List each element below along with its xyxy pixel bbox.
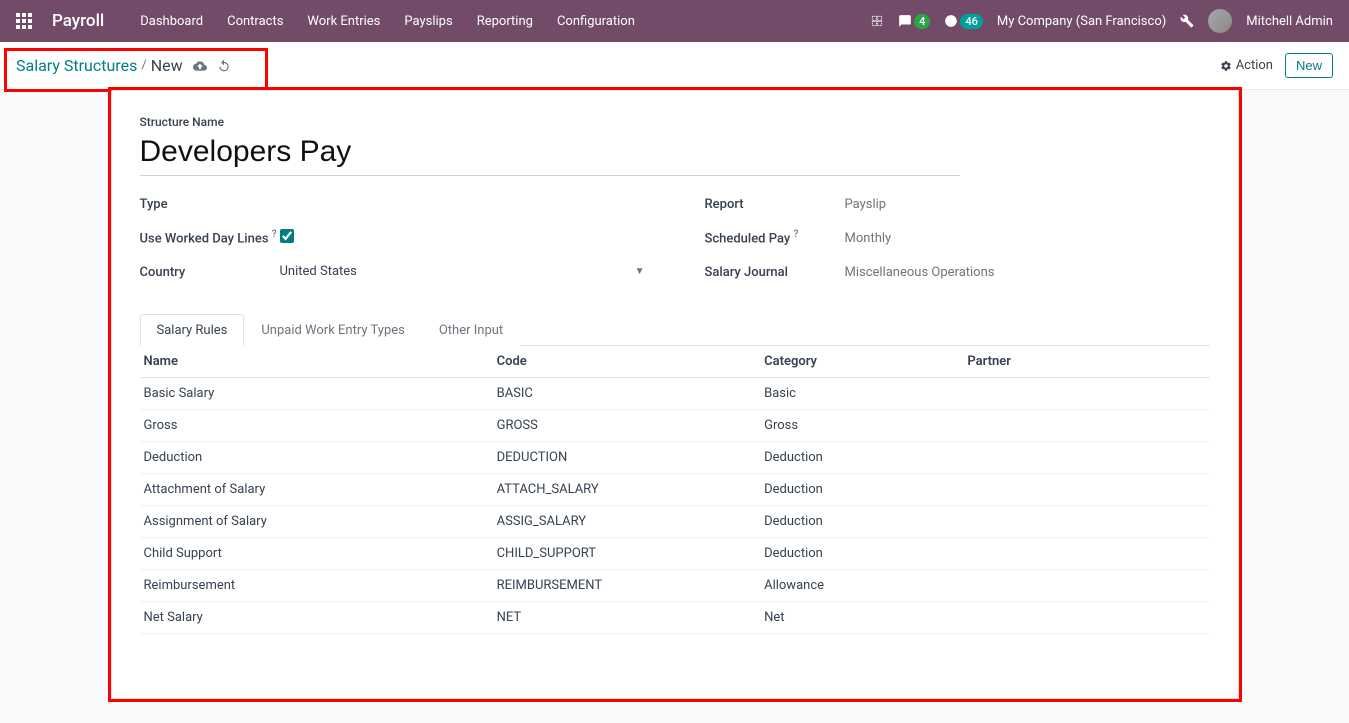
col-name[interactable]: Name: [140, 346, 493, 378]
scheduled-pay-value[interactable]: Monthly: [845, 231, 1210, 246]
cell-name: Basic Salary: [140, 378, 493, 410]
scheduled-pay-label: Scheduled Pay ?: [705, 229, 845, 246]
cell-partner: [963, 602, 1209, 634]
structure-name-label: Structure Name: [140, 115, 1210, 129]
cell-partner: [963, 506, 1209, 538]
cell-code: GROSS: [493, 410, 761, 442]
cell-category: Deduction: [760, 442, 963, 474]
cell-code: CHILD_SUPPORT: [493, 538, 761, 570]
cell-category: Allowance: [760, 570, 963, 602]
cell-name: Attachment of Salary: [140, 474, 493, 506]
table-row[interactable]: Assignment of SalaryASSIG_SALARYDeductio…: [140, 506, 1210, 538]
cell-code: DEDUCTION: [493, 442, 761, 474]
cell-partner: [963, 442, 1209, 474]
user-name[interactable]: Mitchell Admin: [1246, 14, 1333, 29]
cell-partner: [963, 538, 1209, 570]
country-label: Country: [140, 265, 280, 280]
report-value[interactable]: Payslip: [845, 197, 1210, 212]
col-code[interactable]: Code: [493, 346, 761, 378]
cell-partner: [963, 570, 1209, 602]
worked-day-lines-label: Use Worked Day Lines ?: [140, 229, 280, 246]
cell-category: Gross: [760, 410, 963, 442]
table-row[interactable]: Child SupportCHILD_SUPPORTDeduction: [140, 538, 1210, 570]
messaging-icon[interactable]: 4: [898, 14, 930, 29]
report-label: Report: [705, 197, 845, 212]
salary-rules-table: Name Code Category Partner Basic SalaryB…: [140, 346, 1210, 634]
cell-code: ATTACH_SALARY: [493, 474, 761, 506]
cell-code: ASSIG_SALARY: [493, 506, 761, 538]
company-selector[interactable]: My Company (San Francisco): [997, 14, 1166, 29]
tabs-container: Salary Rules Unpaid Work Entry Types Oth…: [140, 314, 1210, 346]
cell-partner: [963, 378, 1209, 410]
table-row[interactable]: DeductionDEDUCTIONDeduction: [140, 442, 1210, 474]
new-button[interactable]: New: [1285, 53, 1333, 78]
cell-name: Child Support: [140, 538, 493, 570]
messages-badge: 4: [914, 14, 930, 29]
cell-category: Deduction: [760, 538, 963, 570]
table-row[interactable]: Attachment of SalaryATTACH_SALARYDeducti…: [140, 474, 1210, 506]
cell-name: Gross: [140, 410, 493, 442]
nav-reporting[interactable]: Reporting: [477, 14, 533, 29]
main-navbar: Payroll Dashboard Contracts Work Entries…: [0, 0, 1349, 42]
cell-category: Deduction: [760, 474, 963, 506]
salary-journal-label: Salary Journal: [705, 265, 845, 280]
cell-partner: [963, 410, 1209, 442]
type-label: Type: [140, 197, 280, 212]
country-value: United States: [280, 264, 357, 279]
col-category[interactable]: Category: [760, 346, 963, 378]
action-menu-button[interactable]: Action: [1220, 58, 1273, 73]
tab-salary-rules[interactable]: Salary Rules: [140, 314, 245, 346]
cell-category: Basic: [760, 378, 963, 410]
nav-configuration[interactable]: Configuration: [557, 14, 635, 29]
nav-menu: Dashboard Contracts Work Entries Payslip…: [140, 14, 635, 29]
app-brand[interactable]: Payroll: [52, 11, 104, 31]
cell-name: Deduction: [140, 442, 493, 474]
cell-partner: [963, 474, 1209, 506]
breadcrumb-current: New: [151, 56, 183, 75]
cell-code: REIMBURSEMENT: [493, 570, 761, 602]
breadcrumb-root[interactable]: Salary Structures: [16, 56, 137, 75]
table-row[interactable]: Basic SalaryBASICBasic: [140, 378, 1210, 410]
table-row[interactable]: GrossGROSSGross: [140, 410, 1210, 442]
apps-launcher-icon[interactable]: [16, 13, 32, 29]
salary-journal-value[interactable]: Miscellaneous Operations: [845, 265, 1210, 280]
breadcrumb-separator: /: [141, 58, 146, 73]
col-partner[interactable]: Partner: [963, 346, 1209, 378]
table-row[interactable]: Net SalaryNETNet: [140, 602, 1210, 634]
nav-payslips[interactable]: Payslips: [404, 14, 452, 29]
settings-icon[interactable]: [1180, 14, 1194, 28]
cell-name: Net Salary: [140, 602, 493, 634]
control-bar: Salary Structures / New Action New: [0, 42, 1349, 90]
tab-unpaid-work-entry[interactable]: Unpaid Work Entry Types: [244, 314, 421, 346]
chevron-down-icon: ▼: [635, 266, 645, 277]
nav-work-entries[interactable]: Work Entries: [307, 14, 380, 29]
cell-category: Net: [760, 602, 963, 634]
cloud-save-icon[interactable]: [193, 58, 207, 74]
cell-name: Reimbursement: [140, 570, 493, 602]
discard-icon[interactable]: [217, 58, 231, 74]
user-avatar-icon[interactable]: [1208, 9, 1232, 33]
nav-contracts[interactable]: Contracts: [227, 14, 283, 29]
table-row[interactable]: ReimbursementREIMBURSEMENTAllowance: [140, 570, 1210, 602]
tab-other-input[interactable]: Other Input: [422, 314, 520, 346]
cell-code: NET: [493, 602, 761, 634]
activities-badge: 46: [960, 14, 983, 29]
form-sheet: Structure Name Type Use Worked Day Lines…: [111, 90, 1239, 699]
cell-name: Assignment of Salary: [140, 506, 493, 538]
nav-dashboard[interactable]: Dashboard: [140, 14, 203, 29]
worked-day-lines-checkbox[interactable]: [280, 229, 294, 243]
cell-category: Deduction: [760, 506, 963, 538]
cell-code: BASIC: [493, 378, 761, 410]
structure-name-input[interactable]: [140, 133, 960, 176]
activities-icon[interactable]: 46: [944, 14, 983, 29]
country-field[interactable]: United States ▼: [280, 262, 645, 282]
shortcut-icon[interactable]: [870, 14, 884, 28]
